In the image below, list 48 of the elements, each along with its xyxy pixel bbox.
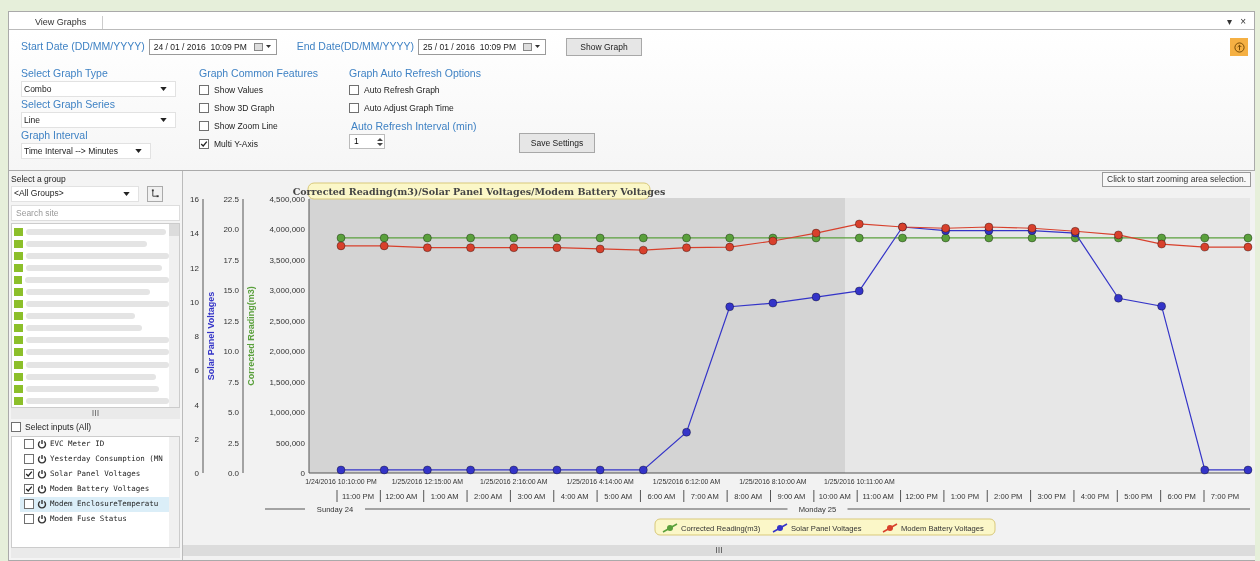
axis-tick-label: 16 [190, 195, 199, 204]
section-title: Graph Common Features [199, 66, 320, 81]
axis-tick-label: 4,500,000 [269, 195, 305, 204]
axis-tick-label: 1,500,000 [269, 377, 305, 387]
axis-tick-label: 7.5 [227, 377, 239, 387]
axis-tick-label: 0.0 [227, 469, 239, 478]
axis-tick-label: 0 [300, 469, 305, 478]
axis-tick-label: 3,500,000 [269, 255, 305, 265]
interval-label: Auto Refresh Interval (min) [350, 119, 478, 134]
axis-tick-label: 14 [190, 229, 199, 239]
start-date-label: Start Date (DD/MM/YYYY) [21, 39, 145, 55]
option-label: Graph Interval [21, 128, 89, 143]
axis-tick-label: 3,000,000 [269, 286, 305, 296]
select-all-label: Select inputs (All) [25, 420, 92, 434]
axis-tick-label: 5.0 [227, 408, 239, 418]
axis-tick-label: 4,000,000 [269, 225, 305, 235]
axis-tick-label: 2 [194, 434, 199, 444]
checkbox-label: Show 3D Graph [214, 101, 275, 115]
section-title: Graph Auto Refresh Options [349, 66, 482, 81]
axis-tick-label: 10.0 [223, 347, 239, 357]
checkbox-label: Auto Adjust Graph Time [364, 101, 454, 115]
checkbox-label: Show Values [214, 83, 263, 97]
axis-title: Corrected Reading(m3) [246, 286, 256, 386]
axis-tick-label: 12 [190, 263, 199, 273]
axis-tick-label: 4 [194, 400, 199, 410]
axis-tick-label: 8 [194, 332, 199, 341]
axis-tick-label: 2.5 [227, 438, 239, 448]
group-label: Select a group [10, 173, 67, 186]
end-date-label: End Date(DD/MM/YYYY) [296, 39, 414, 55]
axis-tick-label: 2,000,000 [269, 347, 305, 357]
axis-tick-label: 6 [194, 366, 199, 376]
axis-tick-label: 17.5 [223, 255, 239, 265]
axis-tick-label: 12.5 [223, 316, 239, 326]
checkbox-label: Show Zoom Line [214, 119, 278, 133]
axis-tick-label: 500,000 [276, 438, 305, 448]
zoom-hint-tooltip: Click to start zooming area selection. [1102, 172, 1251, 187]
axis-tick-label: 0 [194, 469, 199, 478]
axis-tick-label: 15.0 [223, 286, 239, 296]
axis-title: Solar Panel Voltages [206, 291, 216, 381]
axis-tick-label: 22.5 [223, 195, 239, 204]
option-label: Select Graph Type [21, 66, 109, 81]
axis-tick-label: 2,500,000 [269, 316, 305, 326]
checkbox-label: Auto Refresh Graph [364, 83, 440, 97]
option-label: Select Graph Series [21, 97, 116, 112]
checkbox-label: Multi Y-Axis [214, 137, 258, 151]
axis-tick-label: 10 [190, 297, 199, 307]
axis-tick-label: 1,000,000 [269, 408, 305, 418]
axis-tick-label: 20.0 [223, 225, 239, 235]
